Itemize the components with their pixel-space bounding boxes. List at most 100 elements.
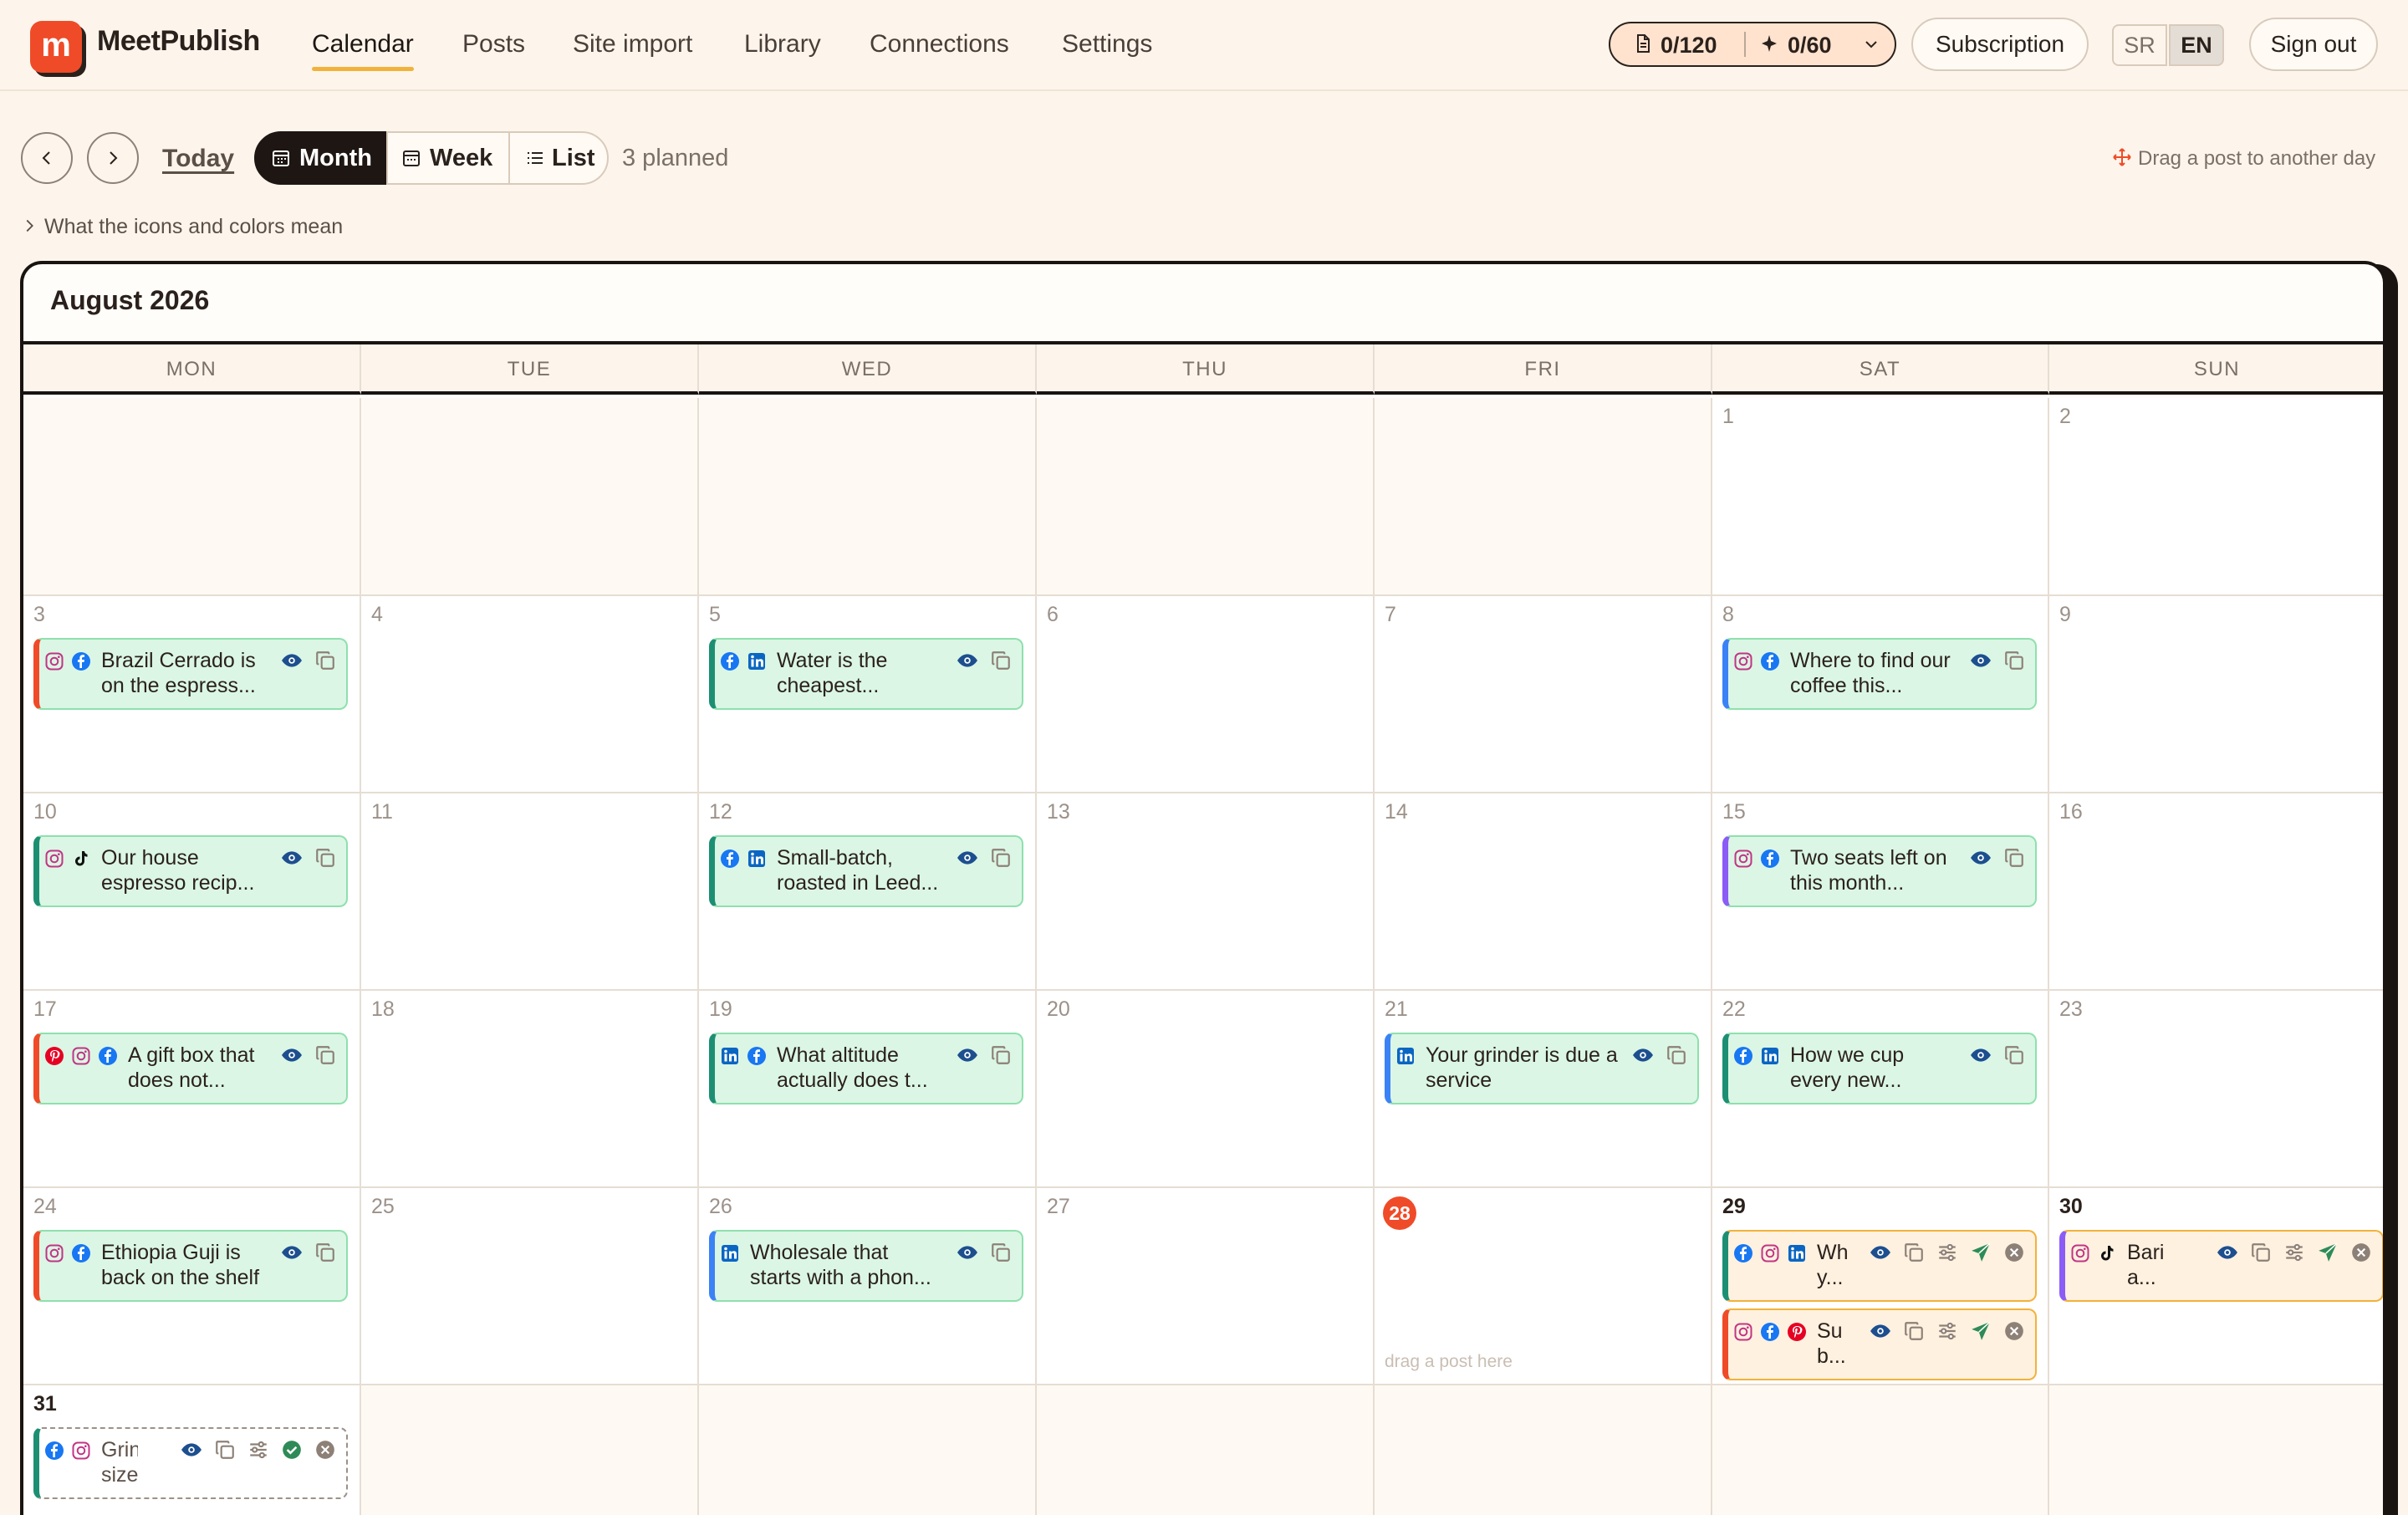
preview-icon[interactable] — [281, 1044, 303, 1066]
adjust-icon[interactable] — [247, 1439, 269, 1461]
lang-sr-button[interactable]: SR — [2112, 24, 2167, 66]
view-month-button[interactable]: Month — [254, 131, 388, 185]
preview-icon[interactable] — [281, 650, 303, 671]
nav-settings[interactable]: Settings — [1062, 30, 1152, 59]
adjust-icon[interactable] — [1936, 1242, 1958, 1263]
post-card[interactable]: Wholesale that starts with a phon... — [709, 1230, 1023, 1302]
send-icon[interactable] — [2317, 1242, 2339, 1263]
sign-out-button[interactable]: Sign out — [2249, 18, 2378, 71]
post-card[interactable]: Small-batch, roasted in Leed... — [709, 835, 1023, 907]
post-card[interactable]: How we cup every new... — [1722, 1033, 2037, 1104]
approve-icon[interactable] — [281, 1439, 303, 1461]
post-card[interactable]: Where to find our coffee this... — [1722, 638, 2037, 710]
day-cell[interactable]: 2 — [2049, 398, 2383, 596]
day-cell[interactable]: 1 — [1712, 398, 2049, 596]
day-cell[interactable]: 26 Wholesale that starts with a phon... — [699, 1188, 1037, 1385]
day-cell[interactable]: 17 A gift box that does not... — [23, 991, 361, 1188]
lang-en-button[interactable]: EN — [2169, 24, 2224, 66]
day-cell[interactable]: 31 Grind size i... — [23, 1385, 361, 1515]
preview-icon[interactable] — [957, 847, 978, 869]
subscription-button[interactable]: Subscription — [1911, 18, 2089, 71]
day-cell[interactable]: 15 Two seats left on this month... — [1712, 793, 2049, 991]
legend-toggle[interactable]: What the icons and colors mean — [44, 215, 343, 239]
duplicate-icon[interactable] — [990, 847, 1012, 869]
post-card[interactable]: Grind size i... — [33, 1427, 348, 1499]
view-week-button[interactable]: Week — [386, 131, 510, 185]
day-cell[interactable]: 24 Ethiopia Guji is back on the shelf — [23, 1188, 361, 1385]
prev-month-button[interactable] — [21, 132, 73, 184]
preview-icon[interactable] — [1970, 650, 1992, 671]
send-icon[interactable] — [1970, 1242, 1992, 1263]
day-cell[interactable]: 29 Wh y... Su b... — [1712, 1188, 2049, 1385]
preview-icon[interactable] — [281, 847, 303, 869]
post-card[interactable]: Su b... — [1722, 1308, 2037, 1380]
nav-posts[interactable]: Posts — [462, 30, 525, 59]
post-card[interactable]: A gift box that does not... — [33, 1033, 348, 1104]
day-cell[interactable]: 10 Our house espresso recip... — [23, 793, 361, 991]
quota-meter[interactable]: 0/120 0/60 — [1609, 22, 1896, 67]
duplicate-icon[interactable] — [314, 650, 336, 671]
post-card[interactable]: Barist a... — [2059, 1230, 2383, 1302]
duplicate-icon[interactable] — [314, 847, 336, 869]
day-cell[interactable]: 7 — [1375, 596, 1712, 793]
reject-icon[interactable] — [2003, 1320, 2025, 1342]
today-button[interactable]: Today — [162, 145, 234, 173]
post-card[interactable]: Ethiopia Guji is back on the shelf — [33, 1230, 348, 1302]
nav-calendar[interactable]: Calendar — [312, 30, 414, 71]
day-cell[interactable]: 9 — [2049, 596, 2383, 793]
duplicate-icon[interactable] — [214, 1439, 236, 1461]
preview-icon[interactable] — [957, 650, 978, 671]
app-logo[interactable]: m — [30, 21, 82, 73]
post-card[interactable]: Brazil Cerrado is on the espress... — [33, 638, 348, 710]
day-cell[interactable]: 3 Brazil Cerrado is on the espress... — [23, 596, 361, 793]
day-cell[interactable]: 28 drag a post here — [1375, 1188, 1712, 1385]
day-cell[interactable]: 23 — [2049, 991, 2383, 1188]
day-cell[interactable]: 16 — [2049, 793, 2383, 991]
day-cell[interactable]: 5 Water is the cheapest... — [699, 596, 1037, 793]
reject-icon[interactable] — [2350, 1242, 2372, 1263]
duplicate-icon[interactable] — [990, 1044, 1012, 1066]
day-cell[interactable]: 8 Where to find our coffee this... — [1712, 596, 2049, 793]
view-list-button[interactable]: List — [508, 131, 609, 185]
adjust-icon[interactable] — [2283, 1242, 2305, 1263]
post-card[interactable]: Water is the cheapest... — [709, 638, 1023, 710]
duplicate-icon[interactable] — [2003, 847, 2025, 869]
nav-site-import[interactable]: Site import — [573, 30, 692, 59]
duplicate-icon[interactable] — [314, 1044, 336, 1066]
day-cell[interactable]: 12 Small-batch, roasted in Leed... — [699, 793, 1037, 991]
day-cell[interactable]: 14 — [1375, 793, 1712, 991]
preview-icon[interactable] — [957, 1044, 978, 1066]
send-icon[interactable] — [1970, 1320, 1992, 1342]
app-name[interactable]: MeetPublish — [97, 25, 260, 58]
preview-icon[interactable] — [1970, 847, 1992, 869]
day-cell[interactable]: 30 Barist a... — [2049, 1188, 2383, 1385]
day-cell[interactable]: 19 What altitude actually does t... — [699, 991, 1037, 1188]
duplicate-icon[interactable] — [314, 1242, 336, 1263]
post-card[interactable]: Two seats left on this month... — [1722, 835, 2037, 907]
preview-icon[interactable] — [1870, 1320, 1891, 1342]
duplicate-icon[interactable] — [990, 650, 1012, 671]
day-cell[interactable]: 20 — [1037, 991, 1375, 1188]
duplicate-icon[interactable] — [1666, 1044, 1687, 1066]
nav-connections[interactable]: Connections — [870, 30, 1009, 59]
nav-library[interactable]: Library — [744, 30, 821, 59]
day-cell[interactable]: 4 — [361, 596, 699, 793]
preview-icon[interactable] — [1632, 1044, 1654, 1066]
adjust-icon[interactable] — [1936, 1320, 1958, 1342]
day-cell[interactable]: 18 — [361, 991, 699, 1188]
day-cell[interactable]: 6 — [1037, 596, 1375, 793]
day-cell[interactable]: 25 — [361, 1188, 699, 1385]
post-card[interactable]: Our house espresso recip... — [33, 835, 348, 907]
duplicate-icon[interactable] — [2250, 1242, 2272, 1263]
preview-icon[interactable] — [1970, 1044, 1992, 1066]
preview-icon[interactable] — [2217, 1242, 2238, 1263]
chevron-right-icon[interactable] — [20, 217, 38, 235]
preview-icon[interactable] — [1870, 1242, 1891, 1263]
day-cell[interactable]: 22 How we cup every new... — [1712, 991, 2049, 1188]
day-cell[interactable]: 13 — [1037, 793, 1375, 991]
day-cell[interactable]: 27 — [1037, 1188, 1375, 1385]
preview-icon[interactable] — [281, 1242, 303, 1263]
reject-icon[interactable] — [314, 1439, 336, 1461]
post-card[interactable]: Your grinder is due a service — [1385, 1033, 1699, 1104]
duplicate-icon[interactable] — [1903, 1320, 1925, 1342]
